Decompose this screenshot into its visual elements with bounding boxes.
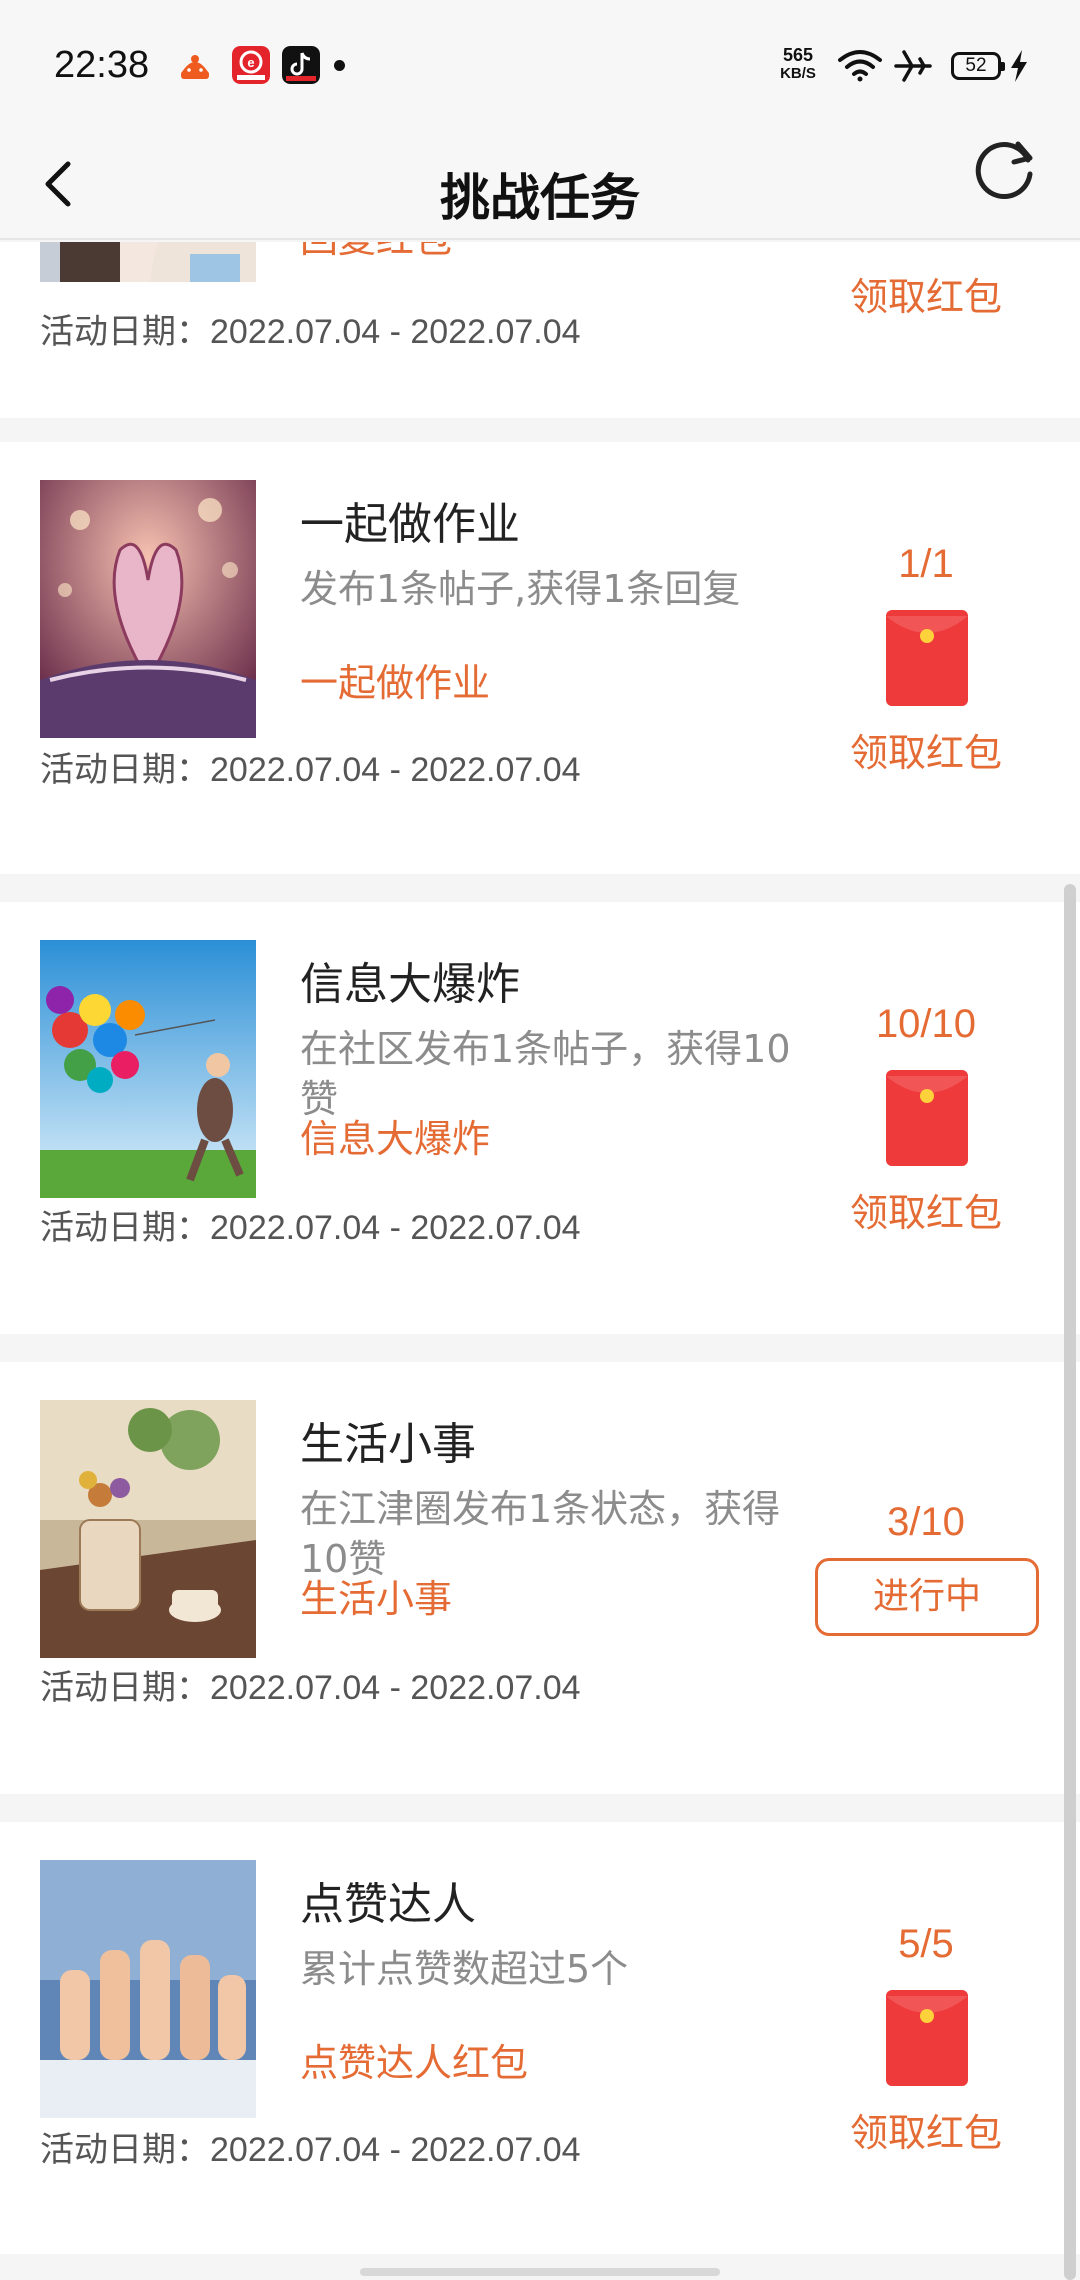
task-list[interactable]: 回复红包 活动日期：2022.07.04 - 2022.07.04 领取红包 — [0, 242, 1080, 2280]
task-title: 点赞达人 — [300, 1879, 476, 1930]
red-packet-icon — [886, 1990, 968, 2086]
task-progress: 5/5 — [898, 1922, 954, 1966]
challenge-tasks-screen: 22:38 e 565 KB/S 52 挑战任务 活动日期：2022.07.04… — [0, 0, 1080, 2280]
tiktok-app-icon — [282, 46, 320, 84]
task-image — [40, 1860, 256, 2118]
network-speed-unit: KB/S — [780, 65, 816, 82]
network-speed-value: 565 — [782, 45, 814, 65]
task-date: 活动日期：2022.07.04 - 2022.07.04 — [40, 751, 581, 789]
news-app-icon: e — [232, 46, 270, 84]
task-date: 活动日期：2022.07.04 - 2022.07.04 — [40, 2131, 581, 2169]
task-card: 信息大爆炸 在社区发布1条帖子，获得10赞 信息大爆炸 活动日期：2022.07… — [0, 902, 1080, 1334]
red-packet-icon — [886, 610, 968, 706]
refresh-icon — [975, 141, 1033, 200]
task-date: 活动日期：2022.07.04 - 2022.07.04 — [40, 313, 581, 351]
task-progress: 1/1 — [898, 542, 954, 586]
task-card: 点赞达人 累计点赞数超过5个 点赞达人红包 活动日期：2022.07.04 - … — [0, 1822, 1080, 2254]
taobao-app-icon — [176, 46, 214, 84]
task-title: 一起做作业 — [300, 499, 520, 550]
task-progress: 10/10 — [875, 1002, 977, 1046]
notification-dot — [334, 60, 345, 71]
scrollbar[interactable] — [1064, 884, 1076, 2280]
task-date: 活动日期：2022.07.04 - 2022.07.04 — [40, 1209, 581, 1247]
status-bar: 22:38 e 565 KB/S 52 — [0, 0, 1080, 130]
task-date: 活动日期：2022.07.04 - 2022.07.04 — [40, 1669, 581, 1707]
task-image — [40, 940, 256, 1198]
task-progress: 3/10 — [887, 1500, 965, 1544]
page-title: 挑战任务 — [440, 169, 640, 227]
task-image — [40, 1400, 256, 1658]
airplane-mode-icon — [894, 50, 932, 82]
task-title: 生活小事 — [300, 1419, 476, 1470]
task-card: 回复红包 活动日期：2022.07.04 - 2022.07.04 领取红包 — [0, 242, 1080, 418]
page-header: 挑战任务 — [0, 130, 1080, 240]
svg-text:e: e — [247, 55, 254, 70]
claim-red-packet-button[interactable]: 领取红包 — [812, 722, 1040, 777]
task-card: 一起做作业 发布1条帖子,获得1条回复 一起做作业 活动日期：2022.07.0… — [0, 442, 1080, 874]
task-image — [40, 242, 256, 282]
battery-indicator: 52 — [951, 52, 1005, 80]
refresh-button[interactable] — [970, 134, 1040, 204]
task-description: 累计点赞数超过5个 — [300, 1947, 629, 1991]
home-indicator — [360, 2268, 720, 2276]
task-image — [40, 480, 256, 738]
red-packet-icon — [886, 1070, 968, 1166]
claim-red-packet-button[interactable]: 领取红包 — [812, 2102, 1040, 2157]
task-card: 生活小事 在江津圈发布1条状态，获得10赞 生活小事 活动日期：2022.07.… — [0, 1362, 1080, 1794]
claim-red-packet-button[interactable]: 领取红包 — [812, 1182, 1040, 1237]
wifi-icon — [838, 50, 882, 82]
in-progress-button[interactable]: 进行中 — [815, 1558, 1039, 1636]
task-reward-name: 点赞达人红包 — [300, 2041, 529, 2085]
task-reward-name: 回复红包 — [300, 242, 452, 263]
claim-red-packet-button[interactable]: 领取红包 — [812, 266, 1040, 321]
task-description: 发布1条帖子,获得1条回复 — [300, 567, 741, 611]
task-title: 信息大爆炸 — [300, 959, 520, 1010]
task-reward-name: 一起做作业 — [300, 661, 491, 705]
task-reward-name: 信息大爆炸 — [300, 1117, 491, 1161]
status-time: 22:38 — [54, 44, 150, 86]
task-reward-name: 生活小事 — [300, 1577, 453, 1621]
charging-icon — [1011, 50, 1027, 82]
network-speed: 565 KB/S — [774, 45, 822, 83]
